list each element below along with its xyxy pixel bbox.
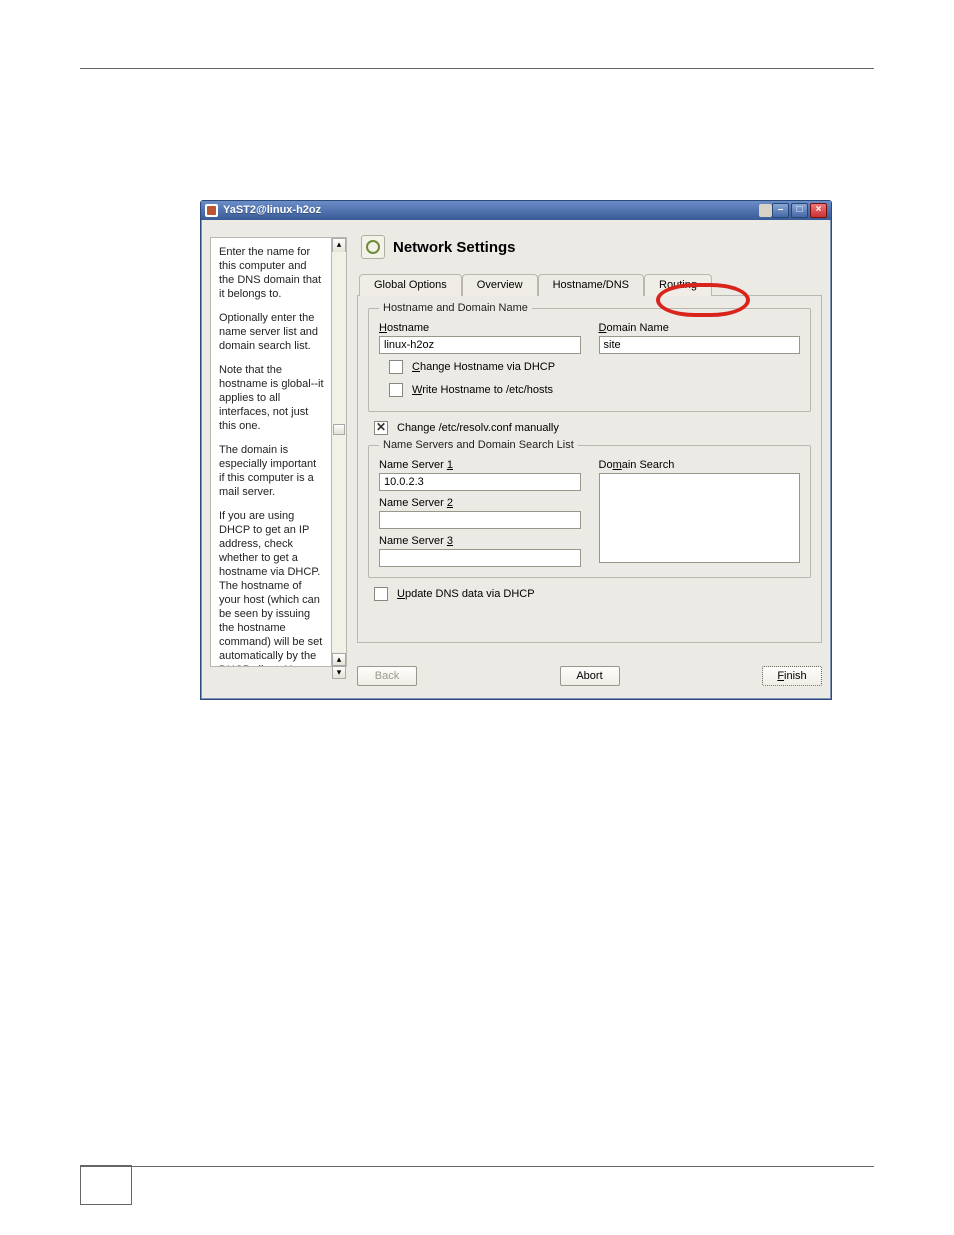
network-settings-icon (361, 235, 385, 259)
ns1-input[interactable] (379, 473, 581, 491)
label-ns3: Name Server 3 (379, 535, 581, 547)
legend-nameservers: Name Servers and Domain Search List (379, 439, 578, 451)
close-button[interactable]: × (810, 203, 827, 218)
cb-change-resolvconf-manually[interactable]: Change /etc/resolv.conf manually (370, 418, 811, 438)
label-ns2: Name Server 2 (379, 497, 581, 509)
titlebar-badge-icon (759, 204, 772, 217)
tab-overview[interactable]: Overview (462, 274, 538, 296)
cb-write-hostname-etc-hosts[interactable]: Write Hostname to /etc/hosts (385, 380, 800, 400)
fieldset-nameservers: Name Servers and Domain Search List Name… (368, 439, 811, 578)
tab-global-options[interactable]: Global Options (359, 274, 462, 296)
scroll-up-icon[interactable]: ▴ (332, 238, 346, 253)
tab-panel: Hostname and Domain Name Hostname Domain… (357, 295, 822, 643)
app-icon (205, 204, 218, 217)
tab-routing[interactable]: Routing (644, 274, 712, 296)
scroll-down-icon[interactable]: ▾ (332, 666, 346, 679)
label-ns1: Name Server 1 (379, 459, 581, 471)
domain-search-input[interactable] (599, 473, 801, 563)
legend-hostname-domain: Hostname and Domain Name (379, 302, 532, 314)
hostname-input[interactable] (379, 336, 581, 354)
page-title: Network Settings (393, 239, 516, 256)
domain-name-input[interactable] (599, 336, 801, 354)
titlebar[interactable]: YaST2@linux-h2oz – □ × (201, 201, 831, 220)
scroll-thumb[interactable] (333, 424, 345, 435)
finish-button[interactable]: Finish (762, 666, 822, 686)
label-hostname: Hostname (379, 322, 581, 334)
abort-button[interactable]: Abort (560, 666, 620, 686)
yast-window: YaST2@linux-h2oz – □ × Enter the name fo… (200, 200, 832, 700)
ns2-input[interactable] (379, 511, 581, 529)
minimize-button[interactable]: – (772, 203, 789, 218)
label-domain-search: Domain Search (599, 459, 801, 471)
main-panel: Network Settings Global Options Overview… (357, 233, 822, 658)
back-button: Back (357, 666, 417, 686)
wizard-footer: Back Abort Finish (357, 664, 822, 688)
tabs: Global Options Overview Hostname/DNS Rou… (359, 273, 822, 295)
ns3-input[interactable] (379, 549, 581, 567)
window-title: YaST2@linux-h2oz (223, 201, 753, 220)
help-scrollbar[interactable]: ▴ ▴ ▾ (331, 237, 347, 667)
help-text: Enter the name for this computer and the… (210, 237, 333, 667)
tab-hostname-dns[interactable]: Hostname/DNS (538, 274, 644, 296)
scroll-up2-icon[interactable]: ▴ (332, 653, 346, 666)
maximize-button[interactable]: □ (791, 203, 808, 218)
help-sidebar: Enter the name for this computer and the… (210, 237, 347, 667)
fieldset-hostname-domain: Hostname and Domain Name Hostname Domain… (368, 302, 811, 412)
label-domain-name: Domain Name (599, 322, 801, 334)
cb-update-dns-dhcp[interactable]: Update DNS data via DHCP (370, 584, 811, 604)
cb-change-hostname-dhcp[interactable]: Change Hostname via DHCP (385, 357, 800, 377)
